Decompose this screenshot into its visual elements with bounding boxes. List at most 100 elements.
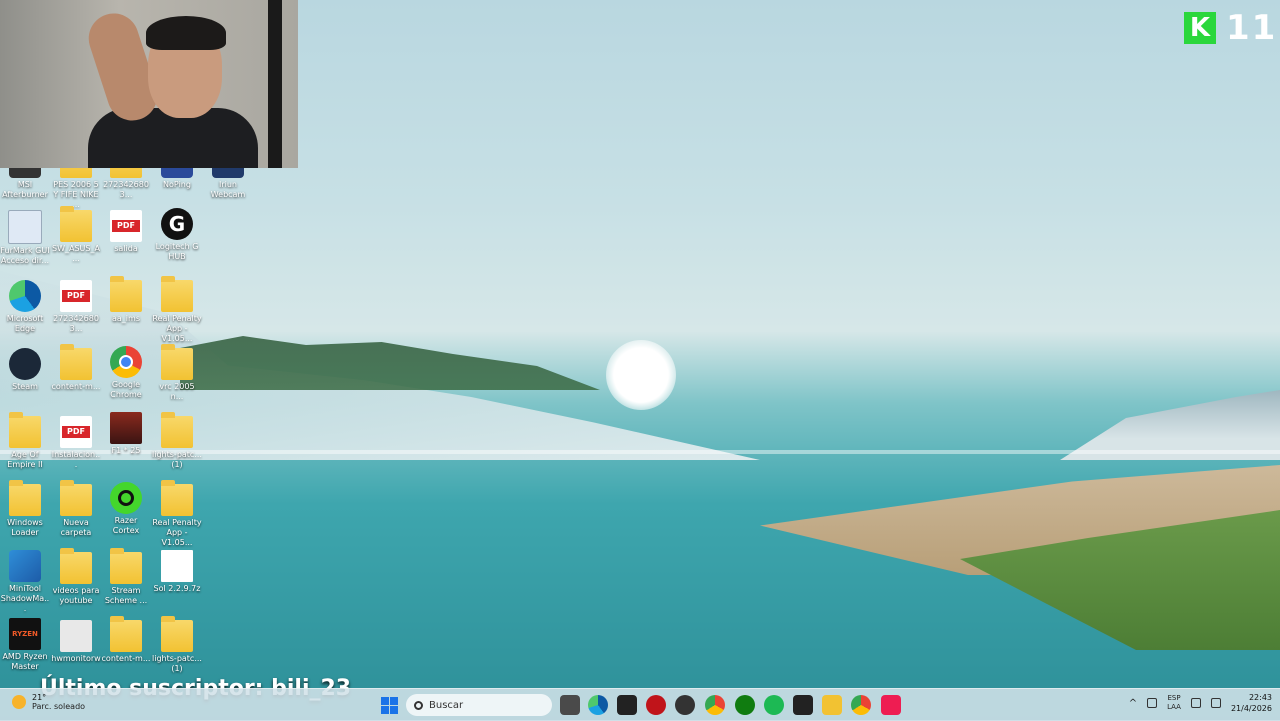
desktop-icon-videos[interactable]: videos para youtube xyxy=(51,548,101,606)
taskbar-search[interactable]: Buscar xyxy=(406,694,552,716)
desktop-icon-razer[interactable]: Razer Cortex xyxy=(101,482,151,536)
desktop-icon-label: Instalacion... xyxy=(51,450,101,469)
chevron-up-icon[interactable]: ^ xyxy=(1129,698,1137,709)
desktop-icon-realpenalty2[interactable]: Real Penalty App - V1.05... xyxy=(152,480,202,548)
desktop-icon-ryzen[interactable]: RYZEN AMD Ryzen Master xyxy=(0,618,50,672)
desktop-icon-label: Nueva carpeta xyxy=(60,518,92,537)
desktop-icon-winloader[interactable]: Windows Loader xyxy=(0,480,50,538)
xbox-taskbar-icon[interactable] xyxy=(735,695,755,715)
desktop-icon-label: salida xyxy=(114,244,138,253)
desktop-icon-label: lights-patc... (1) xyxy=(152,450,202,469)
desktop-icon-label: Razer Cortex xyxy=(112,516,140,535)
sun-icon xyxy=(12,695,26,709)
desktop-icon-label: content-m... xyxy=(51,382,101,391)
desktop-icon-label: Sol 2.2.9.7z xyxy=(153,584,201,593)
desktop-icon-label: lights-patc... (1) xyxy=(152,654,202,673)
spotify-taskbar-icon[interactable] xyxy=(764,695,784,715)
steam-icon xyxy=(9,348,41,380)
desktop-icon-contentm2[interactable]: content-m... xyxy=(101,616,151,664)
folder-icon xyxy=(161,344,193,380)
chrome-icon xyxy=(110,346,142,378)
desktop-icon-label: AMD Ryzen Master xyxy=(2,652,48,671)
desktop-icon-label: SW_ASUS_A... xyxy=(52,244,100,263)
windows-logo-icon xyxy=(390,697,398,705)
edge-taskbar-icon[interactable] xyxy=(588,695,608,715)
app-red-taskbar-icon[interactable] xyxy=(646,695,666,715)
folder-icon xyxy=(161,480,193,516)
desktop-icon-sol[interactable]: Sol 2.2.9.7z xyxy=(152,550,202,594)
desktop-icon-label: Real Penalty App - V1.05... xyxy=(152,518,202,547)
obs-taskbar-icon[interactable] xyxy=(675,695,695,715)
desktop-icon-vrc[interactable]: vrc 2005 n... xyxy=(152,344,202,402)
file-explorer-taskbar-icon[interactable] xyxy=(822,695,842,715)
desktop-icon-label: hwmonitorw xyxy=(51,654,101,663)
msi-afterburner-taskbar-icon[interactable] xyxy=(617,695,637,715)
desktop-icon-label: MSI Afterburner xyxy=(2,180,48,199)
desktop-icon-label: Iriun Webcam xyxy=(210,180,246,199)
desktop-icon-label: Microsoft Edge xyxy=(6,314,44,333)
folder-icon xyxy=(161,412,193,448)
desktop-icon-label: Windows Loader xyxy=(7,518,43,537)
desktop-icon-label: vrc 2005 n... xyxy=(159,382,195,401)
desktop-icon-label: Google Chrome xyxy=(110,380,142,399)
furmark-icon xyxy=(8,210,42,244)
task-view-icon[interactable] xyxy=(560,695,580,715)
webcam-person-hair xyxy=(146,16,226,50)
edge-icon xyxy=(9,280,41,312)
desktop-icon-2723426803b[interactable]: PDF 2723426803... xyxy=(51,280,101,334)
desktop-icon-furmark[interactable]: FurMark GUI Acceso dir... xyxy=(0,210,50,266)
desktop-icon-streamscheme[interactable]: Stream Scheme ... xyxy=(101,548,151,606)
desktop-icon-hwmonitor[interactable]: hwmonitorw xyxy=(51,620,101,664)
channel-logo-letter: K xyxy=(1184,12,1216,44)
desktop-icon-minitool[interactable]: MiniTool ShadowMa... xyxy=(0,550,50,614)
start-button[interactable] xyxy=(381,697,398,714)
ryzen-icon: RYZEN xyxy=(9,618,41,650)
desktop-icon-label: MiniTool ShadowMa... xyxy=(0,584,50,613)
language-top: ESP xyxy=(1167,694,1181,702)
capcut-taskbar-icon[interactable] xyxy=(793,695,813,715)
weather-desc: Parc. soleado xyxy=(32,702,86,711)
network-icon[interactable] xyxy=(1190,698,1201,708)
desktop-icon-label: NoPing xyxy=(163,180,191,189)
windows-logo-icon xyxy=(381,706,389,714)
desktop-icon-contentm1[interactable]: content-m... xyxy=(51,344,101,392)
desktop-icon-edge[interactable]: Microsoft Edge xyxy=(0,280,50,334)
microphone-icon[interactable] xyxy=(1147,698,1158,708)
search-icon xyxy=(414,700,423,710)
desktop-icon-label: content-m... xyxy=(101,654,151,663)
desktop-icon-f125[interactable]: F1 * 25 xyxy=(101,412,151,456)
pdf-icon: PDF xyxy=(110,210,142,242)
desktop-icon-swasus[interactable]: SW_ASUS_A... xyxy=(51,206,101,264)
desktop-icon-label: F1 * 25 xyxy=(111,446,141,455)
language-indicator[interactable]: ESP LAA xyxy=(1167,694,1181,712)
hwmonitor-icon xyxy=(60,620,92,652)
chrome-taskbar-icon[interactable] xyxy=(705,695,725,715)
clock-time: 22:43 xyxy=(1248,693,1272,702)
desktop-icon-label: 2723426803... xyxy=(103,180,149,199)
folder-icon xyxy=(9,412,41,448)
desktop-icon-aoe[interactable]: Age Of Empire II xyxy=(0,412,50,470)
desktop-icon-realpenalty1[interactable]: Real Penalty App - V1.05... xyxy=(152,276,202,344)
desktop-icon-salida[interactable]: PDF salida xyxy=(101,210,151,254)
desktop-icon-lightspatch2[interactable]: lights-patc... (1) xyxy=(152,616,202,674)
folder-icon xyxy=(9,480,41,516)
desktop-icon-lightspatch1[interactable]: lights-patc... (1) xyxy=(152,412,202,470)
desktop-icon-label: FurMark GUI Acceso dir... xyxy=(0,246,50,265)
tiktok-taskbar-icon[interactable] xyxy=(881,695,901,715)
volume-icon[interactable] xyxy=(1210,698,1221,708)
folder-icon xyxy=(161,616,193,652)
windows-logo-icon xyxy=(381,697,389,705)
weather-widget[interactable]: 21° Parc. soleado xyxy=(12,693,85,711)
desktop-icon-logitech[interactable]: G Logitech G HUB xyxy=(152,208,202,262)
desktop-icon-chrome[interactable]: Google Chrome xyxy=(101,346,151,400)
desktop-icon-label: videos para youtube xyxy=(52,586,100,605)
desktop-icon-instalacion[interactable]: PDF Instalacion... xyxy=(51,416,101,470)
folder-icon xyxy=(60,480,92,516)
chrome-profile-taskbar-icon[interactable] xyxy=(851,695,871,715)
weather-temp: 21° xyxy=(32,693,47,702)
desktop-icon-nuevacarpeta[interactable]: Nueva carpeta xyxy=(51,480,101,538)
windows-logo-icon xyxy=(390,706,398,714)
clock[interactable]: 22:43 21/4/2026 xyxy=(1231,692,1272,714)
desktop-icon-aaims[interactable]: aa_ims xyxy=(101,276,151,324)
desktop-icon-steam[interactable]: Steam xyxy=(0,348,50,392)
